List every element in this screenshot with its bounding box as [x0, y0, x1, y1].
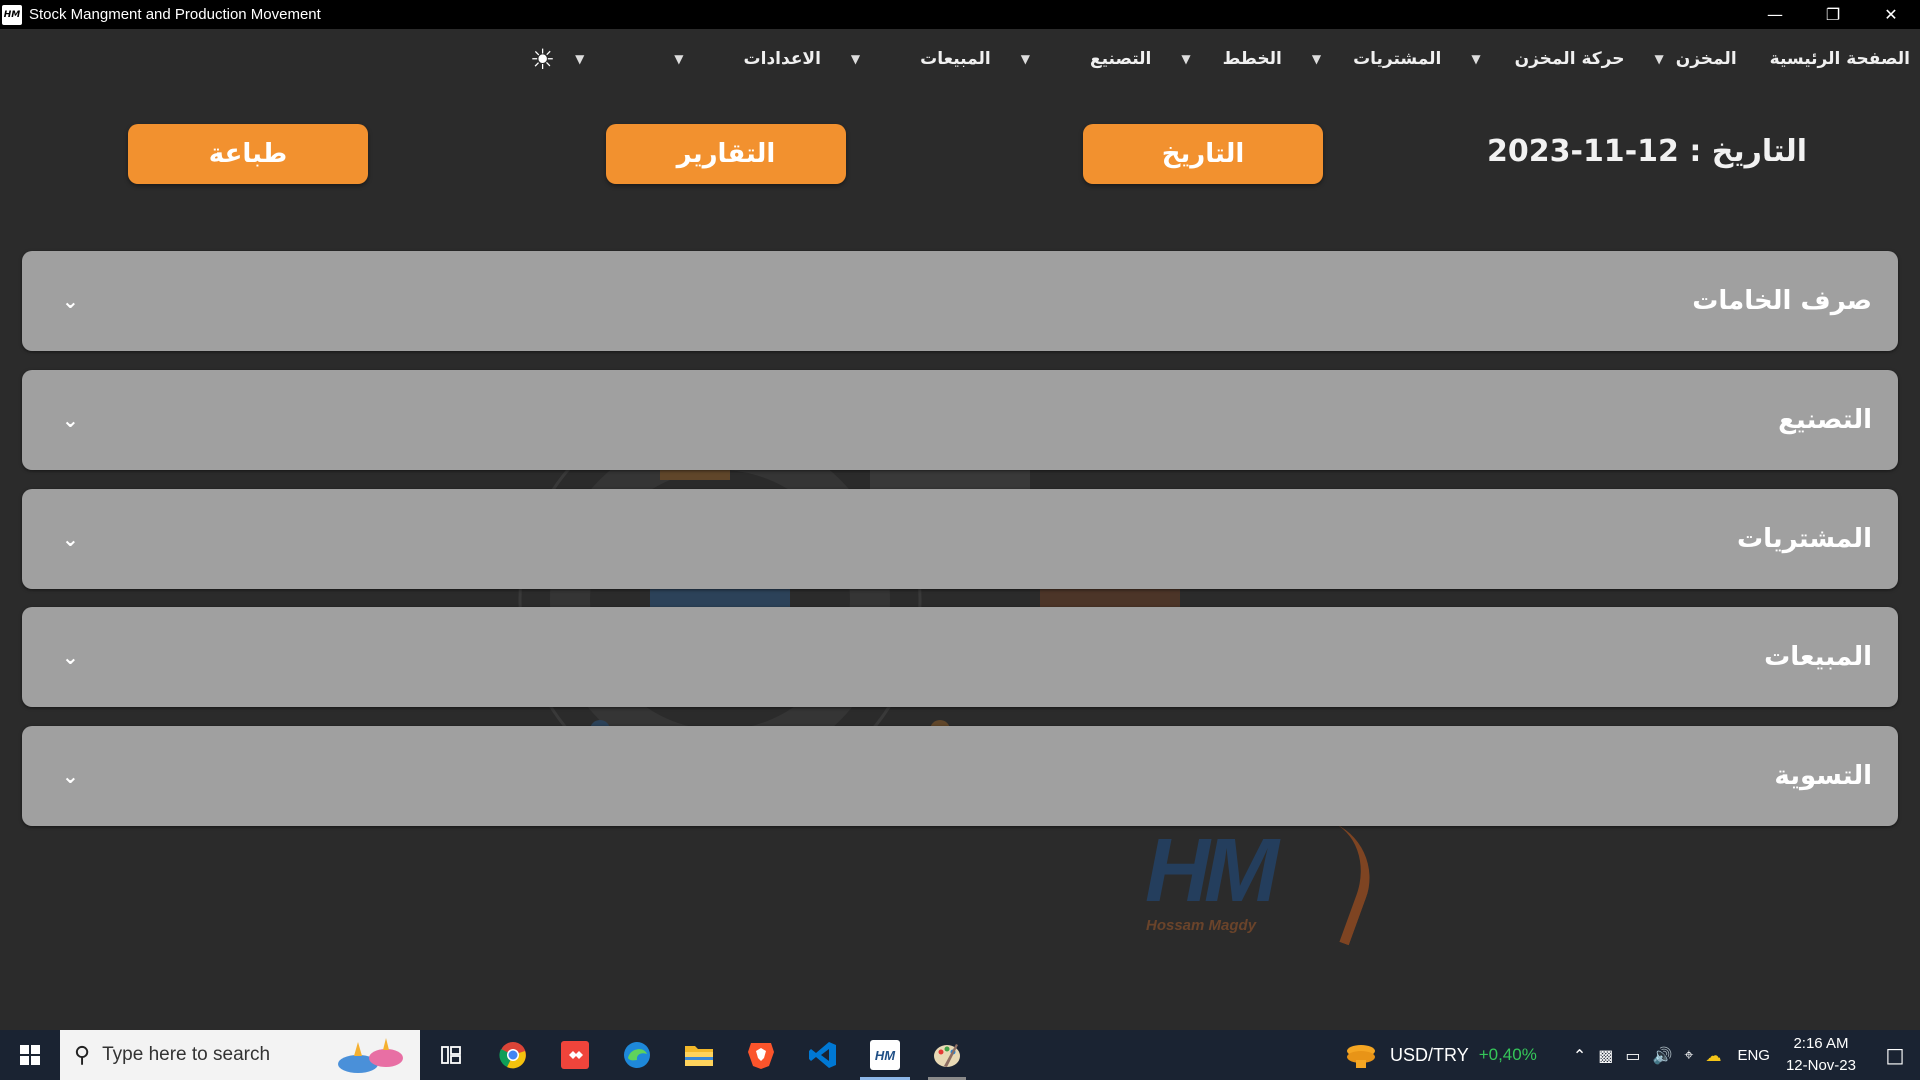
section-title: المبيعات [1764, 642, 1872, 672]
section-purchases[interactable]: ⌄ المشتريات [22, 489, 1898, 589]
windows-logo-icon [20, 1045, 40, 1065]
restore-icon[interactable]: ❐ [1804, 0, 1862, 29]
caret-down-icon: ▼ [674, 52, 684, 66]
menu-manufacturing[interactable]: التصنيع ▼ [1021, 29, 1152, 89]
clock-date: 12-Nov-23 [1785, 1057, 1856, 1074]
section-title: التصنيع [1778, 405, 1872, 435]
wifi-icon[interactable]: ⌖ [1684, 1045, 1693, 1065]
caret-down-icon: ▼ [1020, 52, 1030, 66]
search-placeholder: Type here to search [102, 1044, 271, 1065]
chevron-down-icon: ⌄ [62, 527, 79, 551]
chevron-down-icon: ⌄ [62, 289, 79, 313]
ticker-change: +0,40% [1478, 1045, 1537, 1064]
edge-icon[interactable] [606, 1030, 668, 1080]
logo-swoosh [1273, 814, 1387, 946]
windows-taskbar: ⚲ Type here to search HM USD/TRY +0,40% … [0, 1030, 1920, 1080]
section-title: المشتريات [1736, 524, 1872, 554]
ticker-symbol: USD/TRY [1390, 1044, 1469, 1065]
vscode-icon[interactable] [792, 1030, 854, 1080]
meet-now-icon[interactable]: ▩ [1598, 1046, 1613, 1065]
clock[interactable]: 2:16 AM 12-Nov-23 [1786, 1033, 1856, 1077]
caret-down-icon: ▼ [1654, 52, 1664, 66]
anydesk-icon[interactable] [544, 1030, 606, 1080]
menu-purchases[interactable]: المشتريات ▼ [1312, 29, 1442, 89]
print-button[interactable]: طباعة [128, 124, 368, 184]
menu-settings-label: الاعدادات [743, 49, 821, 69]
hm-watermark-logo: HM [1145, 821, 1279, 921]
caret-down-icon: ▼ [850, 52, 861, 66]
menu-plans[interactable]: الخطط ▼ [1181, 29, 1281, 89]
section-title: التسوية [1774, 761, 1872, 791]
currency-widget[interactable]: USD/TRY +0,40% [1344, 1040, 1537, 1070]
money-icon [1347, 1045, 1376, 1068]
menu-manufacturing-label: التصنيع [1089, 49, 1152, 69]
hm-app-icon[interactable]: HM [854, 1030, 916, 1080]
main-menu: الصفحة الرئيسية المخزن ▼ حركة المخزن ▼ ا… [0, 29, 1920, 89]
hm-logo-icon: HM [870, 1040, 900, 1070]
taskbar-search[interactable]: ⚲ Type here to search [60, 1030, 420, 1080]
menu-sales[interactable]: المبيعات ▼ [851, 29, 991, 89]
watermark-author: Hossam Magdy [1146, 917, 1257, 934]
task-view-icon[interactable] [420, 1030, 482, 1080]
title-bar: HM Stock Mangment and Production Movemen… [0, 0, 1920, 29]
chevron-down-icon: ⌄ [62, 645, 79, 669]
menu-sales-label: المبيعات [920, 49, 991, 69]
chevron-down-icon: ⌄ [62, 764, 79, 788]
menu-home[interactable]: الصفحة الرئيسية [1770, 29, 1910, 89]
menu-home-label: الصفحة الرئيسية [1769, 49, 1910, 69]
battery-icon[interactable]: ▭ [1625, 1046, 1640, 1065]
file-explorer-icon[interactable] [668, 1030, 730, 1080]
caret-down-icon: ▼ [1471, 52, 1481, 66]
section-raw-materials[interactable]: ⌄ صرف الخامات [22, 251, 1898, 351]
search-icon: ⚲ [74, 1042, 91, 1067]
notification-icon[interactable]: □ [1870, 1030, 1920, 1080]
caret-down-icon: ▼ [1311, 52, 1322, 66]
menu-plans-label: الخطط [1222, 49, 1282, 69]
language-indicator[interactable]: ENG [1737, 1047, 1770, 1064]
menu-warehouse[interactable]: المخزن ▼ [1654, 29, 1736, 89]
menu-stock-movement[interactable]: حركة المخزن ▼ [1471, 29, 1624, 89]
section-settlement[interactable]: ⌄ التسوية [22, 726, 1898, 826]
clock-time: 2:16 AM [1793, 1035, 1849, 1052]
sun-icon: ☀ [529, 42, 556, 76]
menu-warehouse-label: المخزن [1675, 49, 1737, 69]
menu-stock-movement-label: حركة المخزن [1514, 49, 1625, 69]
search-highlight-icon [338, 1038, 403, 1073]
menu-settings[interactable]: الاعدادات ▼ [674, 29, 821, 89]
volume-icon[interactable]: 🔊 [1653, 1046, 1673, 1065]
start-button[interactable] [0, 1030, 60, 1080]
section-manufacturing[interactable]: ⌄ التصنيع [22, 370, 1898, 470]
section-sales[interactable]: ⌄ المبيعات [22, 607, 1898, 707]
chevron-up-icon[interactable]: ⌃ [1573, 1046, 1586, 1065]
window-title: Stock Mangment and Production Movement [29, 6, 321, 23]
window-controls: — ❐ ✕ [1746, 0, 1920, 29]
system-tray: USD/TRY +0,40% ⌃ ▩ ▭ 🔊 ⌖ ☁ ENG 2:16 AM 1… [1344, 1030, 1920, 1080]
caret-down-icon: ▼ [575, 52, 585, 66]
reports-button[interactable]: التقارير [606, 124, 846, 184]
paint-icon[interactable] [916, 1030, 978, 1080]
theme-toggle[interactable]: ▼ ☀ [530, 29, 644, 89]
caret-down-icon: ▼ [1181, 52, 1191, 66]
menu-purchases-label: المشتريات [1353, 49, 1442, 69]
chevron-down-icon: ⌄ [62, 408, 79, 432]
minimize-icon[interactable]: — [1746, 0, 1804, 29]
onedrive-icon[interactable]: ☁ [1705, 1046, 1721, 1065]
section-title: صرف الخامات [1692, 286, 1872, 316]
current-date: التاريخ : 12-11-2023 [1486, 134, 1807, 169]
date-button[interactable]: التاريخ [1083, 124, 1323, 184]
chrome-icon[interactable] [482, 1030, 544, 1080]
close-icon[interactable]: ✕ [1862, 0, 1920, 29]
app-logo-icon: HM [2, 4, 22, 25]
brave-icon[interactable] [730, 1030, 792, 1080]
